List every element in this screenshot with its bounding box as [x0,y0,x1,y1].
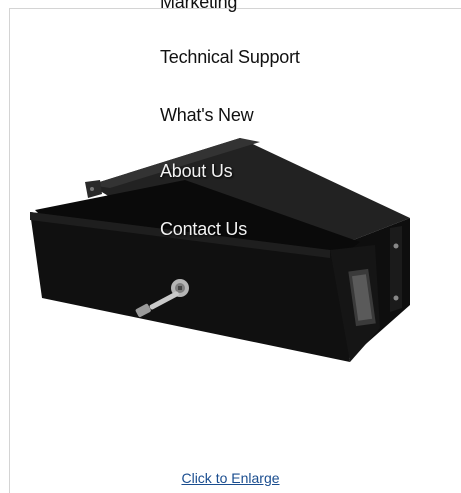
menu-item-about-us[interactable]: About Us [160,161,233,182]
menu-item-whats-new[interactable]: What's New [160,105,254,126]
menu-item-technical-support[interactable]: Technical Support [160,47,300,68]
frame-divider-left [9,8,10,493]
menu-item-contact-us[interactable]: Contact Us [160,219,247,240]
click-to-enlarge-link[interactable]: Click to Enlarge [0,470,461,486]
menu-item-marketing[interactable]: Marketing [160,0,237,13]
